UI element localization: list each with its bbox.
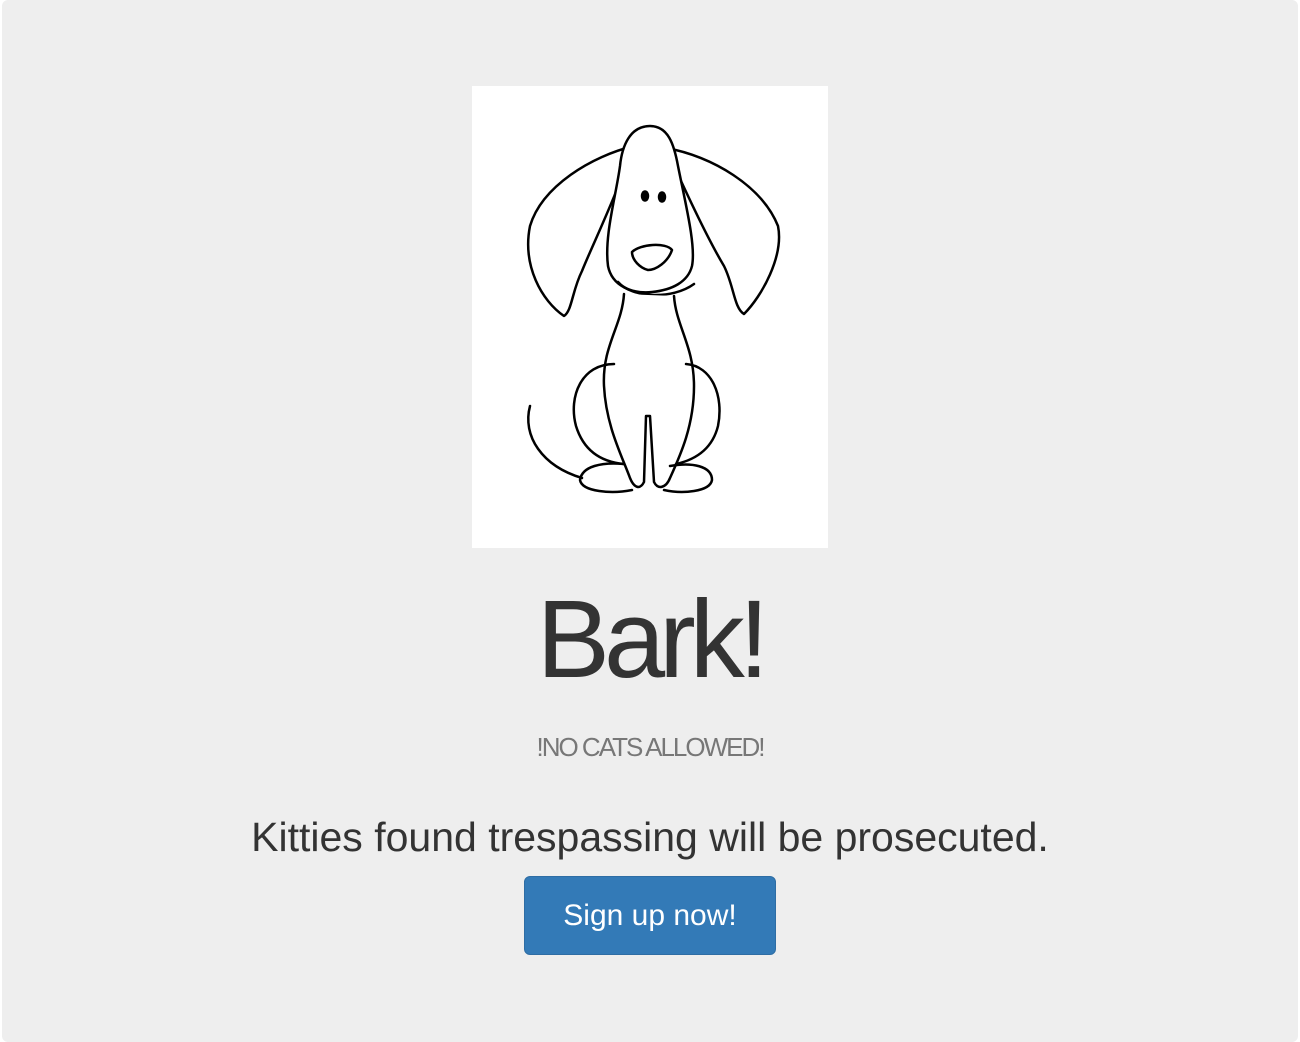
sign-up-button[interactable]: Sign up now!	[524, 876, 776, 955]
jumbotron: Bark! !NO CATS ALLOWED! Kitties found tr…	[2, 0, 1298, 1042]
lead-text: Kitties found trespassing will be prosec…	[251, 814, 1049, 860]
dog-illustration-image	[472, 86, 828, 548]
page-title: Bark!	[536, 578, 770, 701]
dog-drawing-icon	[527, 124, 781, 494]
page-subtitle: !NO CATS ALLOWED!	[536, 732, 765, 762]
